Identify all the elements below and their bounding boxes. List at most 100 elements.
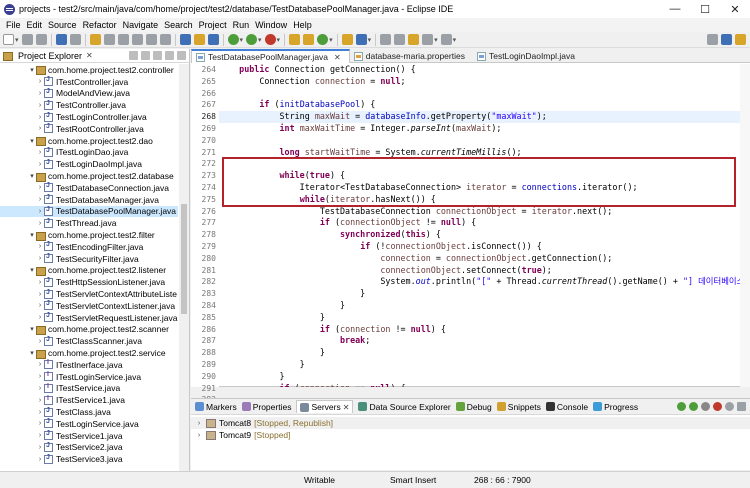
file-item[interactable]: › TestSecurityFilter.java bbox=[0, 253, 178, 265]
tab-debug[interactable]: Debug bbox=[455, 402, 492, 412]
code-line[interactable]: System.out.println("[" + Thread.currentT… bbox=[219, 276, 740, 288]
collapse-arrow-icon[interactable]: › bbox=[36, 291, 44, 298]
toggle-mark-icon[interactable] bbox=[193, 34, 205, 45]
file-item[interactable]: › TestDatabaseConnection.java bbox=[0, 182, 178, 194]
code-line[interactable]: } bbox=[219, 312, 740, 324]
code-line[interactable] bbox=[219, 135, 740, 147]
new-class-dropdown-icon[interactable]: ▾ bbox=[329, 36, 333, 44]
code-line[interactable]: String maxWait = databaseInfo.getPropert… bbox=[219, 111, 740, 123]
close-icon[interactable]: ✕ bbox=[334, 53, 341, 62]
file-item[interactable]: › TestService2.java bbox=[0, 442, 178, 454]
expand-arrow-icon[interactable]: ▾ bbox=[28, 266, 36, 274]
maximize-button[interactable]: ☐ bbox=[690, 0, 720, 18]
collapse-all-icon[interactable] bbox=[129, 51, 138, 60]
code-line[interactable]: } bbox=[219, 300, 740, 312]
file-item[interactable]: › TestRootController.java bbox=[0, 123, 178, 135]
close-icon[interactable]: ✕ bbox=[343, 403, 350, 412]
collapse-arrow-icon[interactable]: › bbox=[36, 385, 44, 392]
code-line[interactable]: Connection connection = null; bbox=[219, 76, 740, 88]
code-line[interactable]: } bbox=[219, 347, 740, 359]
editor-tab[interactable]: database-maria.properties bbox=[350, 49, 473, 63]
publish-icon[interactable] bbox=[725, 402, 734, 411]
menu-item-window[interactable]: Window bbox=[252, 20, 290, 30]
java-perspective-icon[interactable] bbox=[735, 34, 746, 45]
save-icon[interactable] bbox=[21, 34, 33, 45]
collapse-arrow-icon[interactable]: › bbox=[36, 78, 44, 85]
external-tools-icon[interactable] bbox=[264, 34, 276, 45]
file-item[interactable]: › TestClassScanner.java bbox=[0, 335, 178, 347]
menu-item-help[interactable]: Help bbox=[290, 20, 315, 30]
close-icon[interactable]: ✕ bbox=[86, 51, 93, 60]
search-dropdown-icon[interactable]: ▾ bbox=[368, 36, 372, 44]
expand-arrow-icon[interactable]: ▾ bbox=[28, 66, 36, 74]
new-class-icon[interactable] bbox=[317, 34, 329, 45]
code-line[interactable]: if (!connectionObject.isConnect()) { bbox=[219, 241, 740, 253]
new-java-project-icon[interactable] bbox=[289, 34, 301, 45]
open-type-icon[interactable] bbox=[179, 34, 191, 45]
file-item[interactable]: › TestLoginService.java bbox=[0, 418, 178, 430]
expand-arrow-icon[interactable]: ▾ bbox=[28, 137, 36, 145]
code-line[interactable]: break; bbox=[219, 335, 740, 347]
step-into-icon[interactable] bbox=[131, 34, 143, 45]
collapse-arrow-icon[interactable]: › bbox=[36, 361, 44, 368]
package-item[interactable]: ▾ com.home.project.test2.filter bbox=[0, 229, 178, 241]
code-line[interactable] bbox=[219, 88, 740, 100]
collapse-arrow-icon[interactable]: › bbox=[36, 90, 44, 97]
tab-servers[interactable]: Servers ✕ bbox=[296, 400, 354, 413]
profile-server-icon[interactable] bbox=[701, 402, 710, 411]
code-line[interactable]: } bbox=[219, 359, 740, 371]
collapse-arrow-icon[interactable]: › bbox=[36, 114, 44, 121]
suspend-icon[interactable] bbox=[103, 34, 115, 45]
package-item[interactable]: ▾ com.home.project.test2.controller bbox=[0, 64, 178, 76]
package-item[interactable]: ▾ com.home.project.test2.dao bbox=[0, 135, 178, 147]
code-line[interactable]: synchronized(this) { bbox=[219, 229, 740, 241]
file-item[interactable]: › ModelAndView.java bbox=[0, 88, 178, 100]
file-item[interactable]: › TestDatabasePoolManager.java bbox=[0, 205, 178, 218]
expand-arrow-icon[interactable]: › bbox=[195, 420, 203, 427]
expand-arrow-icon[interactable]: ▾ bbox=[28, 349, 36, 357]
new-icon[interactable] bbox=[3, 34, 14, 45]
menu-item-source[interactable]: Source bbox=[45, 20, 80, 30]
file-item[interactable]: › TestHttpSessionListener.java bbox=[0, 276, 178, 288]
code-line[interactable]: connection = connectionObject.getConnect… bbox=[219, 253, 740, 265]
forward-icon[interactable] bbox=[440, 34, 452, 45]
server-row[interactable]: › Tomcat8 [Stopped, Republish] bbox=[191, 417, 750, 429]
expand-arrow-icon[interactable]: ▾ bbox=[28, 325, 36, 333]
code-line[interactable]: connectionObject.setConnect(true); bbox=[219, 265, 740, 277]
code-line[interactable]: } bbox=[219, 371, 740, 383]
next-annotation-icon[interactable] bbox=[380, 34, 392, 45]
file-item[interactable]: › ITestInerface.java bbox=[0, 359, 178, 371]
link-with-editor-icon[interactable] bbox=[141, 51, 150, 60]
terminate-icon[interactable] bbox=[117, 34, 129, 45]
code-line[interactable]: public Connection getConnection() { bbox=[219, 64, 740, 76]
collapse-arrow-icon[interactable]: › bbox=[36, 161, 44, 168]
run-icon[interactable] bbox=[246, 34, 258, 45]
menu-item-refactor[interactable]: Refactor bbox=[80, 20, 120, 30]
terminal-icon[interactable] bbox=[55, 34, 67, 45]
code-line[interactable]: long startWaitTime = System.currentTimeM… bbox=[219, 147, 740, 159]
collapse-arrow-icon[interactable]: › bbox=[36, 184, 44, 191]
package-item[interactable]: ▾ com.home.project.test2.service bbox=[0, 347, 178, 359]
menu-item-file[interactable]: File bbox=[3, 20, 24, 30]
stop-server-icon[interactable] bbox=[713, 402, 722, 411]
tab-data-source-explorer[interactable]: Data Source Explorer bbox=[358, 402, 451, 412]
search-icon[interactable] bbox=[355, 34, 367, 45]
file-item[interactable]: › ITestLoginDao.java bbox=[0, 147, 178, 159]
java-ee-perspective-icon[interactable] bbox=[721, 34, 732, 45]
collapse-arrow-icon[interactable]: › bbox=[36, 420, 44, 427]
menu-item-navigate[interactable]: Navigate bbox=[120, 20, 162, 30]
minimize-button[interactable]: — bbox=[660, 0, 690, 18]
collapse-arrow-icon[interactable]: › bbox=[36, 314, 44, 321]
skip-breakpoints-icon[interactable] bbox=[69, 34, 81, 45]
tab-console[interactable]: Console bbox=[545, 402, 588, 412]
collapse-arrow-icon[interactable]: › bbox=[36, 409, 44, 416]
expand-arrow-icon[interactable]: › bbox=[195, 432, 203, 439]
external-tools-dropdown-icon[interactable]: ▾ bbox=[277, 36, 281, 44]
expand-arrow-icon[interactable]: ▾ bbox=[28, 231, 36, 239]
package-item[interactable]: ▾ com.home.project.test2.listener bbox=[0, 265, 178, 277]
forward-dropdown-icon[interactable]: ▾ bbox=[453, 36, 457, 44]
step-over-icon[interactable] bbox=[145, 34, 157, 45]
file-item[interactable]: › TestClass.java bbox=[0, 406, 178, 418]
menu-item-edit[interactable]: Edit bbox=[24, 20, 46, 30]
start-server-icon[interactable] bbox=[677, 402, 686, 411]
